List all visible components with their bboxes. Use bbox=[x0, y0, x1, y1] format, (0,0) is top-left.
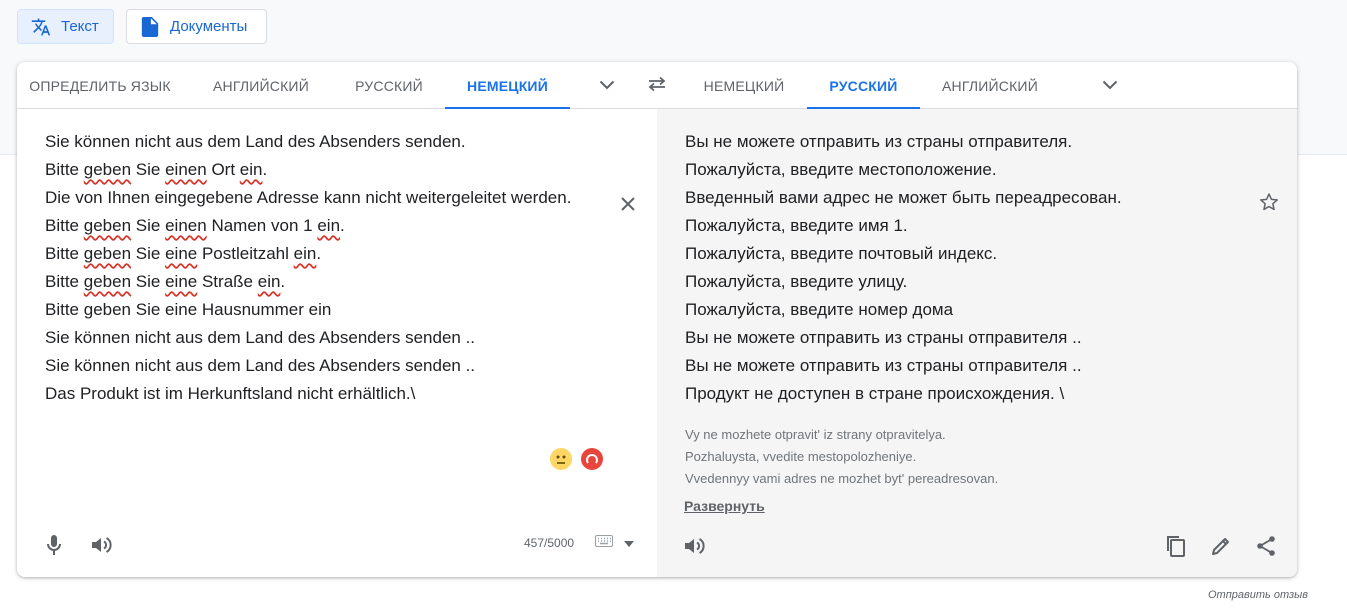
transliteration-line: Pozhaluysta, vvedite mestopolozheniye. bbox=[685, 449, 917, 464]
source-line: Bitte geben Sie einen Namen von 1 ein. bbox=[45, 216, 345, 235]
source-line: Bitte geben Sie eine Hausnummer ein bbox=[45, 300, 332, 319]
save-translation-button[interactable] bbox=[1257, 192, 1281, 216]
close-icon bbox=[620, 196, 636, 217]
source-line: Bitte geben Sie einen Ort ein. bbox=[45, 160, 268, 179]
chevron-down-icon bbox=[599, 77, 615, 95]
target-line: Вы не можете отправить из страны отправи… bbox=[685, 328, 1082, 347]
caret-down-icon bbox=[624, 534, 634, 552]
translator-card: ОПРЕДЕЛИТЬ ЯЗЫК АНГЛИЙСКИЙ РУССКИЙ НЕМЕЦ… bbox=[17, 62, 1297, 577]
source-line: Das Produkt ist im Herkunftsland nicht e… bbox=[45, 384, 416, 403]
source-line: Bitte geben Sie eine Postleitzahl ein. bbox=[45, 244, 322, 263]
translate-icon bbox=[31, 17, 51, 37]
source-line: Bitte geben Sie eine Straße ein. bbox=[45, 272, 286, 291]
target-line: Продукт не доступен в стране происхожден… bbox=[685, 384, 1065, 403]
source-lang-english[interactable]: АНГЛИЙСКИЙ bbox=[193, 62, 329, 109]
chevron-down-icon bbox=[1102, 77, 1118, 95]
char-counter: 457/5000 bbox=[524, 536, 575, 550]
listen-translation-button[interactable] bbox=[682, 535, 708, 561]
translation-output: Вы не можете отправить из страны отправи… bbox=[685, 128, 1245, 408]
target-lang-english[interactable]: АНГЛИЙСКИЙ bbox=[929, 62, 1051, 109]
grammar-check-icon[interactable] bbox=[581, 448, 603, 470]
spellcheck-word[interactable]: ein bbox=[258, 272, 281, 291]
documents-mode-button[interactable]: Документы bbox=[126, 9, 267, 44]
source-line: Die von Ihnen eingegebene Adresse kann n… bbox=[45, 188, 572, 207]
spellcheck-word[interactable]: ein bbox=[240, 160, 263, 179]
spellcheck-word[interactable]: eine bbox=[165, 244, 197, 263]
expand-link[interactable]: Развернуть bbox=[684, 498, 765, 514]
share-icon bbox=[1256, 535, 1276, 562]
spellcheck-word[interactable]: ein bbox=[317, 216, 340, 235]
spellcheck-word[interactable]: einen bbox=[165, 216, 207, 235]
target-line: Вы не можете отправить из страны отправи… bbox=[685, 356, 1082, 375]
clear-text-button[interactable] bbox=[615, 193, 641, 219]
text-mode-label: Текст bbox=[61, 18, 99, 35]
spellcheck-word[interactable]: geben bbox=[84, 272, 131, 291]
target-line: Вы не можете отправить из страны отправи… bbox=[685, 132, 1073, 151]
copy-translation-button[interactable] bbox=[1163, 535, 1189, 561]
share-translation-button[interactable] bbox=[1253, 535, 1279, 561]
source-line: Sie können nicht aus dem Land des Absend… bbox=[45, 132, 466, 151]
spellcheck-word[interactable]: eine bbox=[165, 272, 197, 291]
target-lang-russian[interactable]: РУССКИЙ bbox=[807, 62, 920, 110]
microphone-button[interactable] bbox=[41, 534, 67, 560]
target-line: Пожалуйста, введите номер дома bbox=[685, 300, 954, 319]
target-line: Пожалуйста, введите имя 1. bbox=[685, 216, 908, 235]
documents-mode-label: Документы bbox=[170, 18, 248, 35]
spellcheck-word[interactable]: ein bbox=[294, 244, 317, 263]
copy-icon bbox=[1166, 535, 1186, 562]
listen-source-button[interactable] bbox=[89, 534, 115, 560]
edit-translation-button[interactable] bbox=[1208, 535, 1234, 561]
keyboard-button[interactable] bbox=[594, 535, 614, 551]
spellcheck-word[interactable]: einen bbox=[165, 160, 207, 179]
keyboard-menu-button[interactable] bbox=[622, 537, 636, 549]
target-line: Пожалуйста, введите улицу. bbox=[685, 272, 908, 291]
source-lang-more-button[interactable] bbox=[592, 72, 622, 100]
keyboard-icon bbox=[595, 534, 613, 552]
target-line: Пожалуйста, введите почтовый индекс. bbox=[685, 244, 998, 263]
source-textarea[interactable]: Sie können nicht aus dem Land des Absend… bbox=[45, 128, 625, 408]
source-lang-detect[interactable]: ОПРЕДЕЛИТЬ ЯЗЫК bbox=[17, 62, 183, 109]
star-icon bbox=[1259, 192, 1279, 217]
send-feedback-link[interactable]: Отправить отзыв bbox=[1208, 589, 1308, 601]
target-lang-more-button[interactable] bbox=[1095, 72, 1125, 100]
source-line: Sie können nicht aus dem Land des Absend… bbox=[45, 356, 476, 375]
source-line: Sie können nicht aus dem Land des Absend… bbox=[45, 328, 476, 347]
source-lang-german[interactable]: НЕМЕЦКИЙ bbox=[445, 62, 570, 110]
language-bar: ОПРЕДЕЛИТЬ ЯЗЫК АНГЛИЙСКИЙ РУССКИЙ НЕМЕЦ… bbox=[17, 62, 1297, 110]
transliteration-line: Vy ne mozhete otpravit' iz strany otprav… bbox=[685, 427, 946, 442]
target-line: Введенный вами адрес не может быть переа… bbox=[685, 188, 1122, 207]
spellcheck-word[interactable]: geben bbox=[84, 216, 131, 235]
document-icon bbox=[140, 16, 160, 37]
swap-icon bbox=[647, 76, 667, 97]
transliteration-line: Vvedennyy vami adres ne mozhet byt' pere… bbox=[685, 471, 999, 486]
text-mode-button[interactable]: Текст bbox=[17, 9, 114, 44]
spellcheck-word[interactable]: geben bbox=[84, 244, 131, 263]
neutral-face-emoji-icon bbox=[550, 448, 572, 470]
speaker-icon bbox=[91, 535, 113, 560]
pencil-icon bbox=[1211, 536, 1231, 561]
speaker-icon bbox=[684, 536, 706, 561]
target-lang-german[interactable]: НЕМЕЦКИЙ bbox=[689, 62, 799, 109]
swap-languages-button[interactable] bbox=[642, 72, 672, 100]
spellcheck-word[interactable]: geben bbox=[84, 160, 131, 179]
target-panel: Вы не можете отправить из страны отправи… bbox=[657, 109, 1297, 577]
source-panel: Sie können nicht aus dem Land des Absend… bbox=[17, 109, 657, 577]
source-lang-russian[interactable]: РУССКИЙ bbox=[337, 62, 441, 109]
target-line: Пожалуйста, введите местоположение. bbox=[685, 160, 997, 179]
microphone-icon bbox=[46, 534, 62, 561]
transliteration: Vy ne mozhete otpravit' iz strany otprav… bbox=[685, 424, 998, 490]
